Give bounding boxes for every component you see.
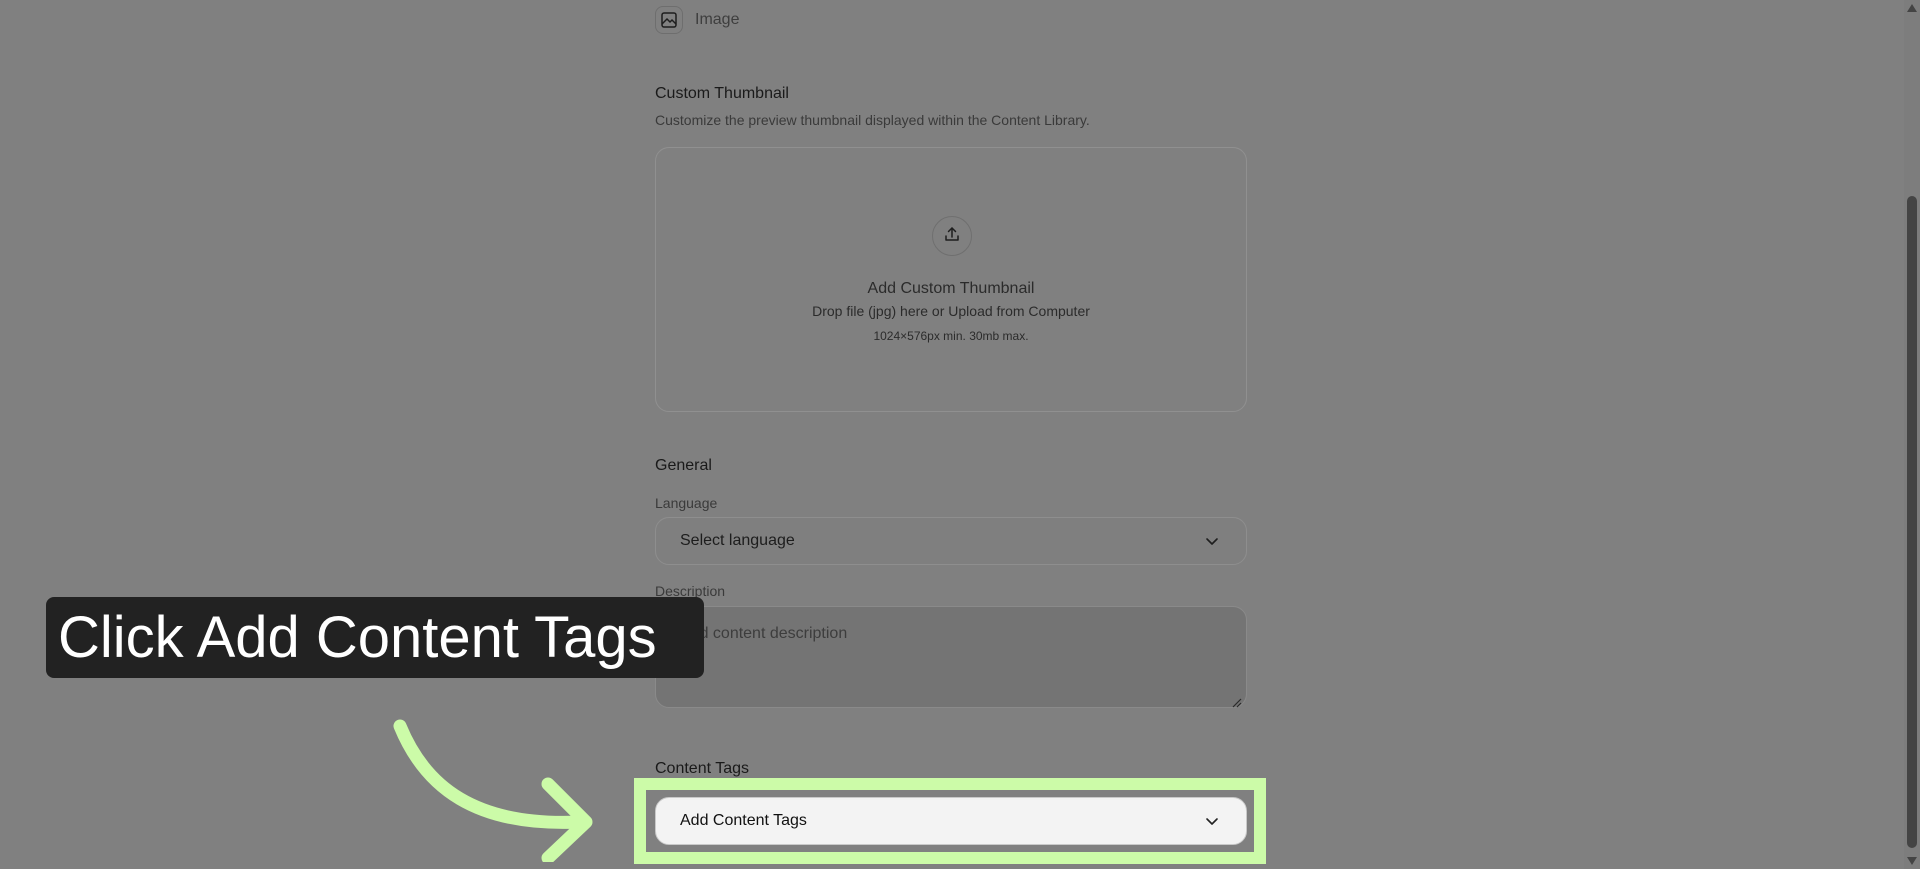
upload-icon [943, 225, 961, 248]
content-tags-select-value: Add Content Tags [680, 812, 807, 829]
content-tags-title: Content Tags [655, 760, 749, 777]
upload-button[interactable] [932, 216, 972, 256]
media-type-label: Image [695, 11, 740, 28]
scrollbar-thumb[interactable] [1907, 196, 1917, 848]
custom-thumbnail-subtitle: Customize the preview thumbnail displaye… [655, 112, 1090, 128]
dropzone-title: Add Custom Thumbnail [867, 280, 1035, 297]
scroll-down-arrow-icon[interactable] [1907, 857, 1917, 865]
instruction-callout: Click Add Content Tags [46, 597, 704, 678]
content-tags-select[interactable]: Add Content Tags [655, 797, 1247, 845]
scroll-up-arrow-icon[interactable] [1907, 4, 1917, 12]
page: Image Custom Thumbnail Customize the pre… [0, 0, 1920, 869]
description-textarea[interactable]: Add content description [655, 606, 1247, 708]
chevron-down-icon [1202, 531, 1222, 551]
media-type-row[interactable]: Image [655, 6, 739, 34]
vertical-scrollbar[interactable] [1904, 0, 1920, 869]
description-label: Description [655, 583, 726, 599]
dropzone-description: Drop file (jpg) here or Upload from Comp… [812, 303, 1090, 319]
curved-arrow-icon [393, 719, 593, 862]
image-icon [655, 6, 683, 34]
custom-thumbnail-title: Custom Thumbnail [655, 85, 789, 102]
general-title: General [655, 457, 712, 474]
language-label: Language [655, 495, 718, 511]
chevron-down-icon [1202, 811, 1222, 831]
language-select-value: Select language [680, 532, 795, 549]
resize-grip-icon[interactable] [1232, 695, 1242, 708]
description-placeholder: Add content description [680, 625, 848, 642]
language-select[interactable]: Select language [655, 517, 1247, 565]
dropzone-limits: 1024×576px min. 30mb max. [873, 329, 1029, 343]
thumbnail-dropzone[interactable]: Add Custom Thumbnail Drop file (jpg) her… [655, 147, 1247, 412]
